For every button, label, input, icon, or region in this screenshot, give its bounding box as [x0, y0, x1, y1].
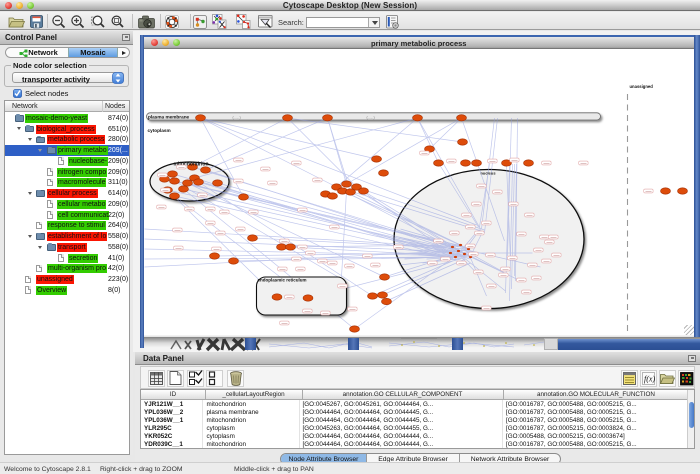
svg-text:cytoplasm: cytoplasm: [147, 128, 170, 133]
svg-text:nucleus: nucleus: [480, 171, 496, 176]
svg-text:unassigned: unassigned: [629, 84, 653, 89]
svg-text:f(x): f(x): [644, 375, 655, 384]
svg-text:plasma membrane: plasma membrane: [148, 115, 190, 120]
svg-text:(......): (......): [366, 115, 374, 119]
svg-text:endoplasmic reticulum: endoplasmic reticulum: [257, 277, 306, 282]
svg-text:(......): (......): [232, 115, 240, 119]
